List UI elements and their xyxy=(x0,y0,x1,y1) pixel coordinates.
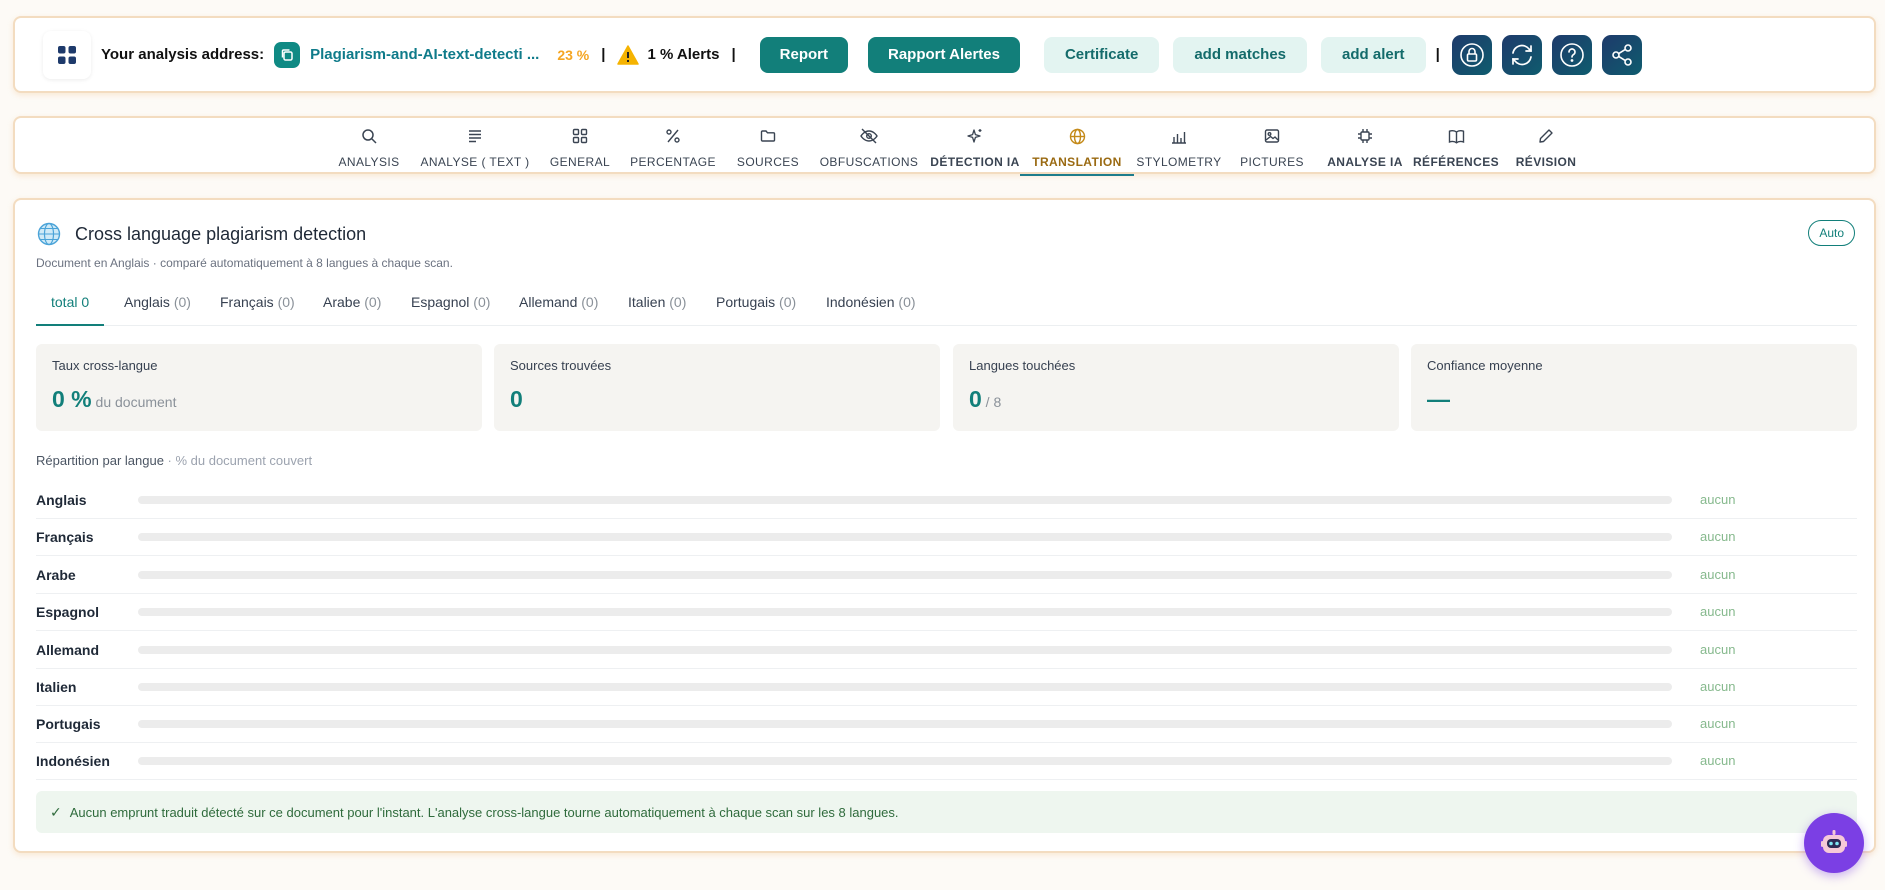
robot-icon xyxy=(1819,828,1849,858)
separator: | xyxy=(1435,46,1440,63)
add-alert-button[interactable]: add alert xyxy=(1321,36,1426,73)
tab-percentage[interactable]: PERCENTAGE xyxy=(618,122,728,174)
rapport-alertes-button[interactable]: Rapport Alertes xyxy=(868,36,1020,73)
stat-card-cross-rate: Taux cross-langue 0 % du document xyxy=(36,344,482,431)
folder-icon xyxy=(760,124,776,148)
panel-title: Cross language plagiarism detection xyxy=(75,223,367,244)
notice-text: Aucun emprunt traduit détecté sur ce doc… xyxy=(69,804,899,820)
lang-tab-allemand[interactable]: Allemand (0) xyxy=(519,294,598,310)
language-row: Allemand aucun xyxy=(36,631,1857,669)
stat-card-languages: Langues touchées 0 / 8 xyxy=(953,344,1399,431)
image-icon xyxy=(1264,124,1280,148)
certificate-button[interactable]: Certificate xyxy=(1043,36,1160,73)
similarity-percent: 23 % xyxy=(557,46,590,63)
globe-icon xyxy=(1069,124,1086,148)
help-icon[interactable] xyxy=(1551,34,1592,75)
coverage-bar xyxy=(138,645,1672,654)
book-icon xyxy=(1448,124,1465,148)
info-notice: ✓ Aucun emprunt traduit détecté sur ce d… xyxy=(36,791,1857,833)
lang-tab-arabe[interactable]: Arabe (0) xyxy=(323,294,381,310)
percent-icon xyxy=(665,124,681,148)
tab-references[interactable]: RÉFÉRENCES xyxy=(1406,122,1506,174)
coverage-bar xyxy=(138,719,1672,728)
pencil-icon xyxy=(1538,124,1554,148)
coverage-bar xyxy=(138,495,1672,504)
stat-card-confidence: Confiance moyenne — xyxy=(1411,344,1857,431)
lang-tab-indonesien[interactable]: Indonésien (0) xyxy=(826,294,916,310)
tab-analyse-ia[interactable]: ANALYSE IA xyxy=(1314,122,1416,174)
panel-subtitle: Document en Anglais · comparé automatiqu… xyxy=(36,256,453,270)
bar-chart-icon xyxy=(1171,124,1187,148)
coverage-bar xyxy=(138,570,1672,579)
coverage-bar xyxy=(138,682,1672,691)
tab-analyse-text[interactable]: ANALYSE ( TEXT ) xyxy=(408,122,542,174)
eye-off-icon xyxy=(860,124,878,148)
lang-tab-anglais[interactable]: Anglais (0) xyxy=(124,294,191,310)
lang-tab-italien[interactable]: Italien (0) xyxy=(628,294,686,310)
separator: | xyxy=(601,46,606,63)
share-icon[interactable] xyxy=(1601,34,1642,75)
stat-card-sources: Sources trouvées 0 xyxy=(494,344,940,431)
language-row: Français aucun xyxy=(36,518,1857,556)
language-row: Indonésien aucun xyxy=(36,742,1857,780)
chatbot-button[interactable] xyxy=(1804,813,1864,873)
tab-obfuscations[interactable]: OBFUSCATIONS xyxy=(808,122,930,174)
breakdown-title: Répartition par langue · % du document c… xyxy=(36,453,313,468)
grid-icon xyxy=(572,124,588,148)
tab-revision[interactable]: RÉVISION xyxy=(1501,122,1591,174)
tab-analysis[interactable]: ANALYSIS xyxy=(325,122,413,174)
coverage-bar xyxy=(138,756,1672,765)
top-bar: Your analysis address: Plagiarism-and-AI… xyxy=(13,16,1876,93)
language-row: Portugais aucun xyxy=(36,705,1857,743)
tab-stylometry[interactable]: STYLOMETRY xyxy=(1125,122,1233,174)
search-icon xyxy=(361,124,377,148)
language-row: Espagnol aucun xyxy=(36,593,1857,631)
report-button[interactable]: Report xyxy=(759,36,848,73)
coverage-bar xyxy=(138,532,1672,541)
apps-icon[interactable] xyxy=(43,31,91,79)
lock-icon[interactable] xyxy=(1451,34,1492,75)
tab-translation[interactable]: TRANSLATION xyxy=(1020,122,1134,176)
sparkles-icon xyxy=(967,124,983,148)
lang-tab-espagnol[interactable]: Espagnol (0) xyxy=(411,294,490,310)
language-row: Italien aucun xyxy=(36,668,1857,706)
tab-detection-ia[interactable]: DÉTECTION IA xyxy=(920,122,1030,174)
analysis-address-label: Your analysis address: xyxy=(101,46,265,63)
tab-general[interactable]: GENERAL xyxy=(538,122,622,174)
tab-sources[interactable]: SOURCES xyxy=(721,122,815,174)
lang-tab-total[interactable]: total 0 xyxy=(35,294,105,326)
analysis-file-link[interactable]: Plagiarism-and-AI-text-detecti ... xyxy=(310,46,539,63)
language-row: Arabe aucun xyxy=(36,556,1857,594)
panel-header: Cross language plagiarism detection xyxy=(37,222,366,246)
copy-icon[interactable] xyxy=(274,41,301,68)
tab-pictures[interactable]: PICTURES xyxy=(1227,122,1317,174)
add-matches-button[interactable]: add matches xyxy=(1173,36,1308,73)
check-icon: ✓ xyxy=(50,803,62,820)
auto-mode-button[interactable]: Auto xyxy=(1808,220,1855,246)
language-row: Anglais aucun xyxy=(36,481,1857,519)
warning-icon xyxy=(617,44,640,65)
globe-icon xyxy=(37,222,61,246)
lang-tab-portugais[interactable]: Portugais (0) xyxy=(716,294,796,310)
refresh-icon[interactable] xyxy=(1501,34,1542,75)
coverage-bar xyxy=(138,607,1672,616)
chip-icon xyxy=(1357,124,1373,148)
lang-tab-francais[interactable]: Français (0) xyxy=(220,294,295,310)
separator: | xyxy=(731,46,736,63)
language-tabs: total 0 Anglais (0) Français (0) Arabe (… xyxy=(35,292,1857,326)
text-lines-icon xyxy=(467,124,483,148)
analysis-tabs-bar: ANALYSIS ANALYSE ( TEXT ) GENERAL PERCEN… xyxy=(13,116,1876,176)
cross-language-panel: Cross language plagiarism detection Docu… xyxy=(13,198,1876,853)
alerts-count: 1 % Alerts xyxy=(647,46,720,63)
